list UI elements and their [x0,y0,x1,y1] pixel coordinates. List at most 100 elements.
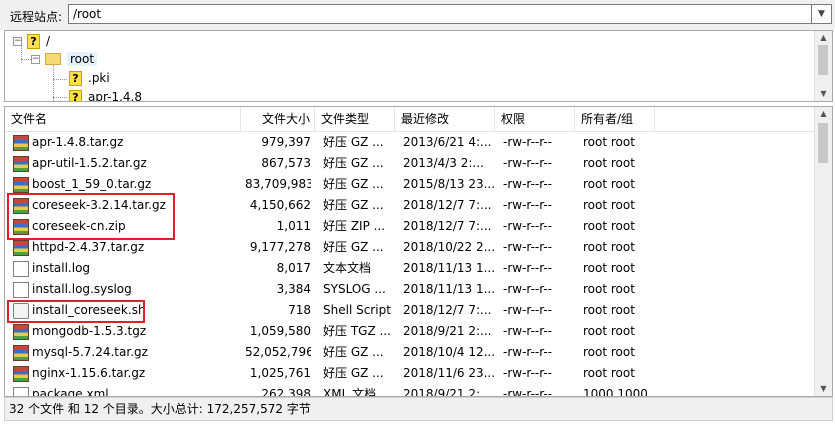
remote-path-input[interactable]: /root [68,4,812,24]
file-name-cell: nginx-1.15.6.tar.gz [13,363,245,384]
tree-node-root[interactable]: − root [31,50,98,68]
file-permissions: -rw-r--r-- [503,303,553,317]
tree-node-root-dir[interactable]: − ? / [13,32,50,50]
file-row[interactable]: nginx-1.15.6.tar.gz 1,025,761 好压 GZ ... 201… [5,363,816,384]
highlight-box [7,300,145,323]
tree-node-label: / [46,34,51,48]
scroll-thumb[interactable] [818,123,828,163]
column-header-name[interactable]: 文件名 [5,107,241,131]
column-header-modified[interactable]: 最近修改 [395,107,495,131]
scroll-up-icon[interactable]: ▲ [815,107,832,121]
scroll-down-icon[interactable]: ▼ [815,87,832,101]
file-modified: 2018/12/7 7:... [403,198,492,212]
file-permissions: -rw-r--r-- [503,177,553,191]
tree-scrollbar[interactable]: ▲ ▼ [814,31,832,101]
file-type: XML 文档 [323,387,377,397]
file-type: 好压 GZ ... [323,240,384,254]
collapse-icon[interactable]: − [31,54,40,64]
file-row[interactable]: mongodb-1.5.3.tgz 1,059,580 好压 TGZ ... 2018… [5,321,816,342]
question-file-icon: ? [69,89,82,101]
file-type: 好压 ZIP ... [323,219,386,233]
file-permissions: -rw-r--r-- [503,219,553,233]
directory-tree[interactable]: − ? / − root ? .pki ? apr-1.4.8 ▲ ▼ [4,30,833,102]
scroll-down-icon[interactable]: ▼ [815,382,832,396]
file-size: 262,398 [261,387,311,397]
column-header-permissions[interactable]: 权限 [495,107,575,131]
file-row[interactable]: apr-1.4.8.tar.gz 979,397 好压 GZ ... 2013/6/2… [5,132,816,153]
file-size: 1,011 [276,219,311,233]
file-permissions: -rw-r--r-- [503,135,553,149]
file-owner: 1000 1000 [583,387,648,397]
file-name: install.log [32,261,91,275]
file-list[interactable]: 文件名 文件大小 文件类型 最近修改 权限 所有者/组 apr-1.4.8.ta… [4,106,833,397]
file-name-cell: apr-util-1.5.2.tar.gz [13,153,245,174]
file-type: 好压 GZ ... [323,135,384,149]
file-size: 3,384 [276,282,311,296]
archive-icon [13,155,29,172]
file-modified: 2018/12/7 7:... [403,219,492,233]
file-modified: 2018/11/13 1... [403,282,496,296]
file-size: 1,059,580 [249,324,311,338]
tree-node-pki[interactable]: ? .pki [69,69,110,87]
file-owner: root root [583,282,635,296]
file-permissions: -rw-r--r-- [503,387,553,397]
file-row[interactable]: mysql-5.7.24.tar.gz 52,052,796 好压 GZ ... 20… [5,342,816,363]
file-modified: 2018/12/7 7:... [403,303,492,317]
file-name-cell: package.xml [13,384,245,396]
tree-node-apr[interactable]: ? apr-1.4.8 [69,88,142,102]
file-permissions: -rw-r--r-- [503,366,553,380]
folder-icon [45,53,61,65]
scroll-thumb[interactable] [818,45,828,75]
file-owner: root root [583,345,635,359]
remote-site-bar: 远程站点: /root ▼ [0,0,835,30]
file-type: 好压 TGZ ... [323,324,391,338]
file-modified: 2018/9/21 2:... [403,387,492,397]
file-owner: root root [583,303,635,317]
column-header-size[interactable]: 文件大小 [241,107,315,131]
file-name: mysql-5.7.24.tar.gz [32,345,148,359]
file-size: 52,052,796 [245,345,311,359]
file-permissions: -rw-r--r-- [503,156,553,170]
tree-node-label: apr-1.4.8 [88,90,142,102]
file-name: apr-util-1.5.2.tar.gz [32,156,147,170]
file-size: 718 [288,303,311,317]
file-modified: 2018/10/22 2... [403,240,496,254]
file-type: 好压 GZ ... [323,198,384,212]
file-permissions: -rw-r--r-- [503,240,553,254]
file-list-scrollbar[interactable]: ▲ ▼ [814,107,832,396]
file-row[interactable]: install.log 8,017 文本文档 2018/11/13 1... -rw-r… [5,258,816,279]
file-row[interactable]: boost_1_59_0.tar.gz 83,709,983 好压 GZ ... 20… [5,174,816,195]
path-dropdown-button[interactable]: ▼ [812,4,832,24]
scroll-up-icon[interactable]: ▲ [815,31,832,45]
file-type: 好压 GZ ... [323,366,384,380]
tree-node-label: root [67,52,98,66]
status-bar: 32 个文件 和 12 个目录。大小总计: 172,257,572 字节 [4,397,833,421]
collapse-icon[interactable]: − [13,36,22,46]
file-name-cell: apr-1.4.8.tar.gz [13,132,245,153]
file-name: boost_1_59_0.tar.gz [32,177,152,191]
file-row[interactable]: install.log.syslog 3,384 SYSLOG ... 2018/11… [5,279,816,300]
file-name: apr-1.4.8.tar.gz [32,135,124,149]
archive-icon [13,134,29,151]
column-header-type[interactable]: 文件类型 [315,107,395,131]
file-modified: 2018/9/21 2:... [403,324,492,338]
file-name: httpd-2.4.37.tar.gz [32,240,145,254]
file-name: nginx-1.15.6.tar.gz [32,366,146,380]
file-modified: 2015/8/13 23... [403,177,496,191]
file-row[interactable]: apr-util-1.5.2.tar.gz 867,573 好压 GZ ... 201… [5,153,816,174]
file-row[interactable]: package.xml 262,398 XML 文档 2018/9/21 2:... -… [5,384,816,397]
file-row[interactable]: httpd-2.4.37.tar.gz 9,177,278 好压 GZ ... 201… [5,237,816,258]
file-owner: root root [583,177,635,191]
column-header-owner[interactable]: 所有者/组 [575,107,655,131]
file-modified: 2018/11/6 23... [403,366,496,380]
tree-node-label: .pki [88,71,110,85]
file-name-cell: boost_1_59_0.tar.gz [13,174,245,195]
file-owner: root root [583,261,635,275]
remote-site-label: 远程站点: [10,10,63,24]
file-name-cell: install.log [13,258,245,279]
file-type: Shell Script [323,303,391,317]
question-file-icon: ? [69,70,82,86]
archive-icon [13,176,29,193]
file-size: 867,573 [261,156,311,170]
file-size: 1,025,761 [249,366,311,380]
